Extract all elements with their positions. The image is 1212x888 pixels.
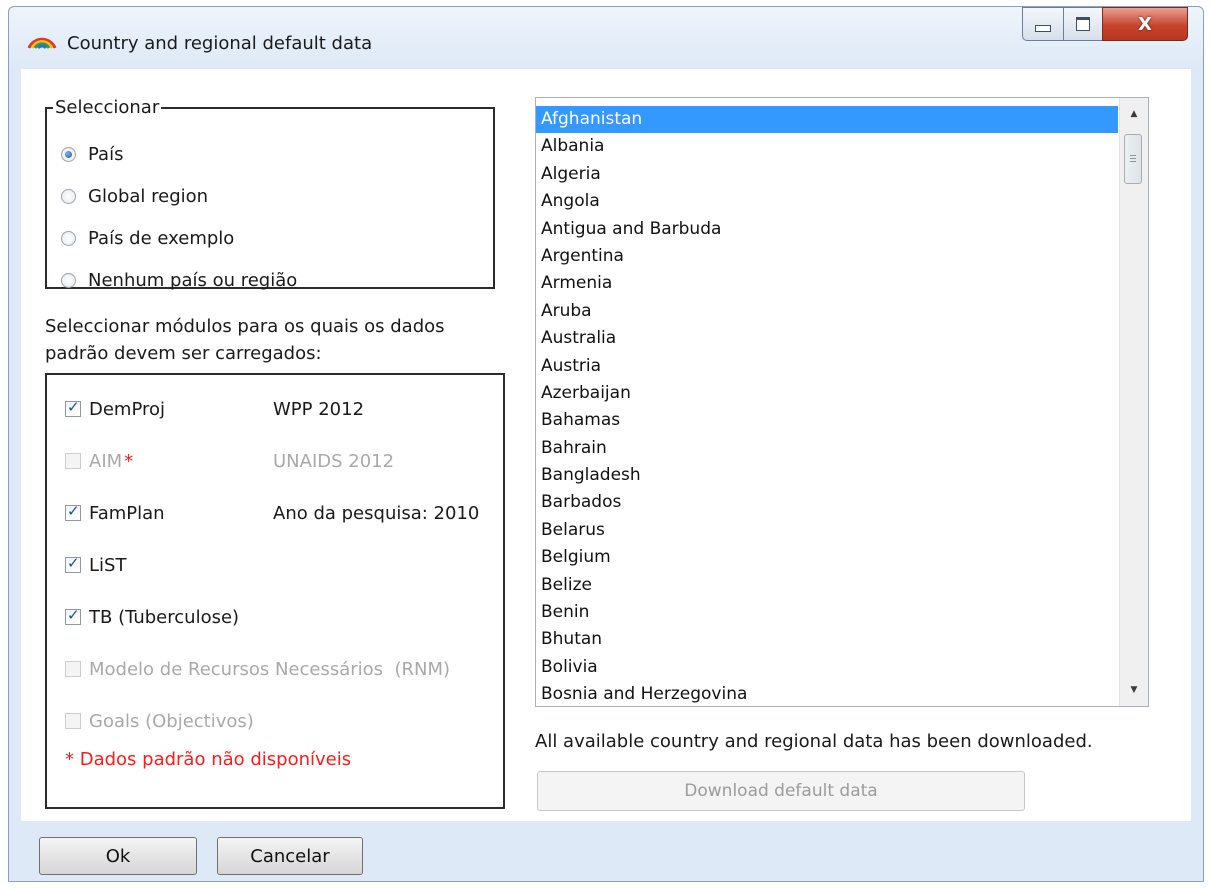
- module-aim: AIM * UNAIDS 2012: [65, 449, 495, 473]
- module-info: WPP 2012: [273, 398, 365, 420]
- rainbow-icon: [27, 37, 57, 49]
- country-list-item[interactable]: Albania: [536, 133, 1118, 160]
- module-tb[interactable]: TB (Tuberculose): [65, 605, 495, 629]
- checkbox[interactable]: [65, 554, 81, 573]
- country-list-item[interactable]: Belgium: [536, 544, 1118, 571]
- radio-label: País de exemplo: [88, 228, 235, 249]
- country-list-item[interactable]: Australia: [536, 325, 1118, 352]
- dialog-content: Seleccionar País Global region País de e…: [21, 69, 1191, 821]
- checkbox: [65, 661, 81, 677]
- checkbox: [65, 713, 81, 729]
- module-list[interactable]: LiST: [65, 553, 495, 577]
- country-list-item[interactable]: Armenia: [536, 270, 1118, 297]
- close-icon: X: [1138, 13, 1152, 35]
- radio-label: Nenhum país ou região: [88, 270, 298, 291]
- country-list-item[interactable]: Bhutan: [536, 626, 1118, 653]
- country-list-item[interactable]: Argentina: [536, 243, 1118, 270]
- checkbox[interactable]: [65, 606, 81, 625]
- checkbox[interactable]: [65, 502, 81, 521]
- checkbox[interactable]: [65, 398, 81, 417]
- radio-label: Global region: [88, 186, 209, 207]
- radio-country[interactable]: País: [61, 144, 123, 165]
- vertical-scrollbar[interactable]: ▲ ▼: [1119, 98, 1148, 706]
- download-default-data-button[interactable]: Download default data: [537, 771, 1025, 811]
- module-rnm: Modelo de Recursos Necessários (RNM): [65, 657, 495, 681]
- country-list-item[interactable]: Afghanistan: [536, 106, 1118, 134]
- module-name: DemProj: [89, 398, 166, 420]
- country-list-item[interactable]: Angola: [536, 188, 1118, 215]
- country-list-item[interactable]: Belarus: [536, 517, 1118, 544]
- radio-icon[interactable]: [61, 231, 76, 246]
- radio-icon[interactable]: [61, 189, 76, 204]
- country-list-item[interactable]: Barbados: [536, 489, 1118, 516]
- country-list-item[interactable]: Aruba: [536, 298, 1118, 325]
- scrollbar-thumb[interactable]: [1124, 134, 1142, 184]
- country-list-item[interactable]: Bolivia: [536, 654, 1118, 681]
- module-name: Modelo de Recursos Necessários (RNM): [89, 658, 451, 680]
- module-goals: Goals (Objectivos): [65, 709, 495, 733]
- module-name: AIM: [89, 450, 123, 472]
- module-famplan[interactable]: FamPlan Ano da pesquisa: 2010: [65, 501, 495, 525]
- radio-icon[interactable]: [61, 147, 76, 162]
- scroll-down-icon[interactable]: ▼: [1120, 678, 1148, 702]
- modules-box: DemProj WPP 2012 AIM* UNAIDS 2012 FamPla…: [45, 373, 505, 809]
- title-bar[interactable]: Country and regional default data X: [9, 7, 1203, 69]
- module-name: Goals (Objectivos): [89, 710, 254, 732]
- minimize-button[interactable]: [1022, 7, 1064, 41]
- module-name: TB (Tuberculose): [89, 606, 240, 628]
- module-name: FamPlan: [89, 502, 165, 524]
- radio-global-region[interactable]: Global region: [61, 186, 208, 207]
- radio-icon[interactable]: [61, 273, 76, 288]
- checkbox: [65, 453, 81, 469]
- country-list-items: Afghanistan Albania Algeria Angola Antigua a…: [536, 106, 1118, 706]
- maximize-icon: [1076, 17, 1090, 31]
- module-info: UNAIDS 2012: [273, 450, 395, 472]
- country-list-item[interactable]: Azerbaijan: [536, 380, 1118, 407]
- module-demproj[interactable]: DemProj WPP 2012: [65, 397, 495, 421]
- country-list-item[interactable]: Bahrain: [536, 435, 1118, 462]
- country-list-item[interactable]: Benin: [536, 599, 1118, 626]
- select-legend: Seleccionar: [55, 97, 160, 118]
- country-list-item[interactable]: Algeria: [536, 161, 1118, 188]
- cancel-button[interactable]: Cancelar: [217, 837, 363, 875]
- maximize-button[interactable]: [1063, 7, 1103, 41]
- country-list-item[interactable]: Antigua and Barbuda: [536, 216, 1118, 243]
- dialog-window: Country and regional default data X Sele…: [8, 6, 1204, 882]
- radio-example-country[interactable]: País de exemplo: [61, 228, 234, 249]
- ok-button[interactable]: Ok: [39, 837, 197, 875]
- modules-label: Seleccionar módulos para os quais os dad…: [45, 316, 445, 364]
- footnote: * Dados padrão não disponíveis: [65, 749, 352, 770]
- download-status-text: All available country and regional data …: [535, 731, 1093, 752]
- country-list-item[interactable]: Belize: [536, 572, 1118, 599]
- radio-no-country[interactable]: Nenhum país ou região: [61, 270, 297, 291]
- close-button[interactable]: X: [1102, 7, 1188, 41]
- button-bar: Ok Cancelar: [9, 821, 1203, 881]
- required-marker: *: [124, 450, 134, 472]
- minimize-icon: [1035, 24, 1051, 32]
- select-group: Seleccionar País Global region País de e…: [45, 97, 495, 291]
- country-list-item[interactable]: Bosnia and Herzegovina: [536, 681, 1118, 706]
- scroll-up-icon[interactable]: ▲: [1120, 102, 1148, 126]
- country-list-item[interactable]: Bangladesh: [536, 462, 1118, 489]
- radio-label: País: [88, 144, 124, 165]
- country-listbox[interactable]: Afghanistan Albania Algeria Angola Antigua a…: [535, 97, 1149, 707]
- module-info: Ano da pesquisa: 2010: [273, 502, 480, 524]
- window-title: Country and regional default data: [67, 33, 373, 54]
- module-name: LiST: [89, 554, 127, 576]
- country-list-item[interactable]: Austria: [536, 353, 1118, 380]
- country-list-item[interactable]: Bahamas: [536, 407, 1118, 434]
